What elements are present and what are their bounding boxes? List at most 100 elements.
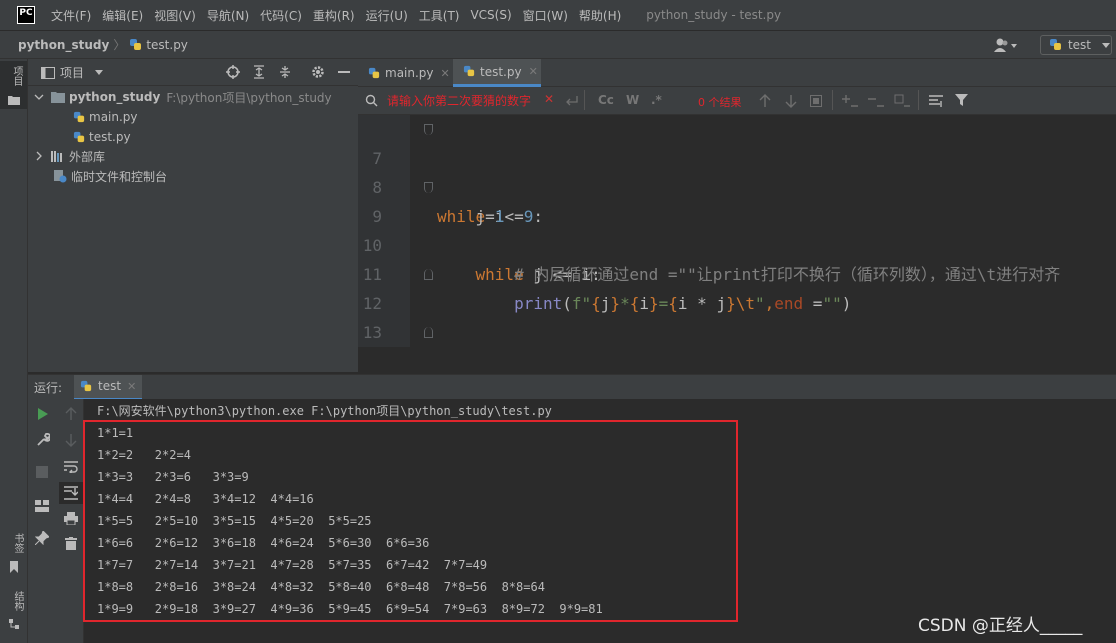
tree-external-libraries-label: 外部库 <box>69 149 106 164</box>
locate-file-icon[interactable] <box>226 65 240 79</box>
scroll-to-end-toggle[interactable] <box>59 482 83 504</box>
tree-file-main-py[interactable]: main.py <box>73 107 138 127</box>
menu-file[interactable]: 文件(F) <box>51 7 91 24</box>
select-all-occurrences-icon[interactable] <box>810 95 822 107</box>
bookmarks-tool-label[interactable]: 书签 <box>10 533 25 553</box>
user-account-icon[interactable] <box>994 37 1020 53</box>
match-case-toggle[interactable]: Cc <box>598 93 614 107</box>
menu-bar: PC 文件(F) 编辑(E) 视图(V) 导航(N) 代码(C) 重构(R) 运… <box>0 0 1116 31</box>
tree-external-libraries[interactable]: 外部库 <box>34 146 105 166</box>
menu-window[interactable]: 窗口(W) <box>523 7 568 24</box>
menu-navigate[interactable]: 导航(N) <box>207 7 249 24</box>
python-icon <box>1049 39 1061 50</box>
code-editor[interactable]: 7 while i<=9: 8 j=1 9 while j <= i: 10 #… <box>358 115 1116 347</box>
close-icon[interactable]: ✕ <box>441 67 450 80</box>
code-line: 14 print("") # 外层循环要换行，print("")空内容就是输出一… <box>358 318 1116 347</box>
minimize-icon[interactable] <box>338 71 350 73</box>
menu-refactor[interactable]: 重构(R) <box>313 7 355 24</box>
project-tool-label: 项目 <box>11 66 22 86</box>
chevron-down-icon[interactable] <box>94 68 104 76</box>
menu-code[interactable]: 代码(C) <box>260 7 302 24</box>
filter-icon[interactable] <box>955 94 968 107</box>
rerun-icon[interactable] <box>37 408 49 420</box>
clear-search-icon[interactable]: ✕ <box>544 92 554 106</box>
console-command-line: F:\网安软件\python3\python.exe F:\python项目\p… <box>97 404 552 418</box>
code-line: 9 while j <= i: <box>358 173 1116 284</box>
run-panel-header: 运行: test ✕ <box>28 374 1116 400</box>
breadcrumb-file[interactable]: test.py <box>146 38 188 52</box>
trash-icon[interactable] <box>65 537 77 550</box>
layout-icon[interactable] <box>35 500 49 512</box>
stop-icon[interactable] <box>36 466 48 478</box>
menu-run[interactable]: 运行(U) <box>366 7 408 24</box>
scratch-file-icon <box>54 170 67 183</box>
code-line: 10 # 内层循环通过end =""让print打印不换行（循环列数），通过\t… <box>358 202 1116 284</box>
tree-file-label: test.py <box>89 130 131 144</box>
fold-marker-icon[interactable] <box>424 269 433 280</box>
filter-options-icon[interactable] <box>929 95 943 107</box>
python-file-icon <box>368 67 380 78</box>
fold-marker-icon[interactable] <box>424 327 433 338</box>
window-title: python_study - test.py <box>646 8 782 22</box>
tab-main-py[interactable]: main.py ✕ <box>358 59 453 87</box>
close-icon[interactable]: ✕ <box>127 380 136 393</box>
structure-tool-label[interactable]: 结构 <box>10 591 25 611</box>
wrench-icon[interactable] <box>36 433 50 447</box>
code-line: 13 i += 1 <box>358 289 1116 342</box>
gear-icon[interactable] <box>311 65 325 79</box>
tree-file-label: main.py <box>89 110 138 124</box>
tree-scratches-consoles[interactable]: 临时文件和控制台 <box>53 166 167 186</box>
previous-occurrence-icon[interactable] <box>759 94 771 108</box>
project-panel-header: 项目 <box>28 59 358 86</box>
tree-file-test-py[interactable]: test.py <box>73 127 131 147</box>
breadcrumb-separator-icon: 〉 <box>113 38 126 52</box>
soft-wrap-icon[interactable] <box>64 461 78 473</box>
run-toolbar <box>28 399 84 643</box>
search-icon[interactable] <box>365 94 381 108</box>
left-tool-stripe: 项目 书签 结构 <box>0 59 28 643</box>
whole-words-toggle[interactable]: W <box>626 93 639 107</box>
menu-tools[interactable]: 工具(T) <box>419 7 460 24</box>
tab-test-py[interactable]: test.py ✕ <box>453 59 541 87</box>
collapse-all-icon[interactable] <box>279 65 291 79</box>
chevron-down-icon <box>1102 43 1111 48</box>
menu-edit[interactable]: 编辑(E) <box>102 7 143 24</box>
folder-icon <box>51 92 65 103</box>
run-configuration-label: test <box>1067 38 1092 52</box>
code-line: 12 j += 1 <box>358 260 1116 313</box>
project-panel-title[interactable]: 项目 <box>60 64 84 81</box>
code-line: 11 print(f"{j}*{i}={i * j}\t",end ="") <box>358 231 1116 313</box>
pin-icon[interactable] <box>35 531 49 545</box>
add-selection-icon[interactable] <box>842 94 858 108</box>
python-file-icon <box>73 131 85 142</box>
print-icon[interactable] <box>64 512 78 525</box>
run-tab-test[interactable]: test ✕ <box>74 374 143 400</box>
scroll-down-icon[interactable] <box>65 433 77 447</box>
breadcrumb-project[interactable]: python_study <box>18 38 109 52</box>
run-configuration-dropdown[interactable]: test <box>1040 35 1112 55</box>
tree-root-path: F:\python项目\python_study <box>166 90 332 105</box>
folder-icon <box>8 96 20 105</box>
scroll-up-icon[interactable] <box>65 407 77 421</box>
next-occurrence-icon[interactable] <box>785 94 797 108</box>
search-input[interactable]: 请输入你第二次要猜的数字 <box>387 92 531 109</box>
project-tool-button[interactable]: 项目 <box>0 61 27 109</box>
code-line: 8 j=1 <box>358 144 1116 226</box>
fold-marker-icon[interactable] <box>424 124 433 135</box>
python-file-icon <box>129 38 143 52</box>
select-all-icon[interactable] <box>894 94 910 108</box>
menu-help[interactable]: 帮助(H) <box>579 7 621 24</box>
python-icon <box>80 380 92 391</box>
menu-view[interactable]: 视图(V) <box>154 7 196 24</box>
fold-marker-icon[interactable] <box>424 182 433 193</box>
regex-toggle[interactable]: .* <box>651 93 662 107</box>
tree-root-python-study[interactable]: python_study F:\python项目\python_study <box>34 87 332 107</box>
csdn-watermark: CSDN @正经人_____ <box>918 616 1083 636</box>
menu-vcs[interactable]: VCS(S) <box>470 8 511 22</box>
tree-root-label: python_study <box>69 90 161 104</box>
remove-selection-icon[interactable] <box>868 94 884 108</box>
close-icon[interactable]: ✕ <box>529 65 538 78</box>
bookmark-icon <box>10 561 18 573</box>
new-line-icon[interactable] <box>566 95 578 107</box>
expand-all-icon[interactable] <box>253 65 265 79</box>
